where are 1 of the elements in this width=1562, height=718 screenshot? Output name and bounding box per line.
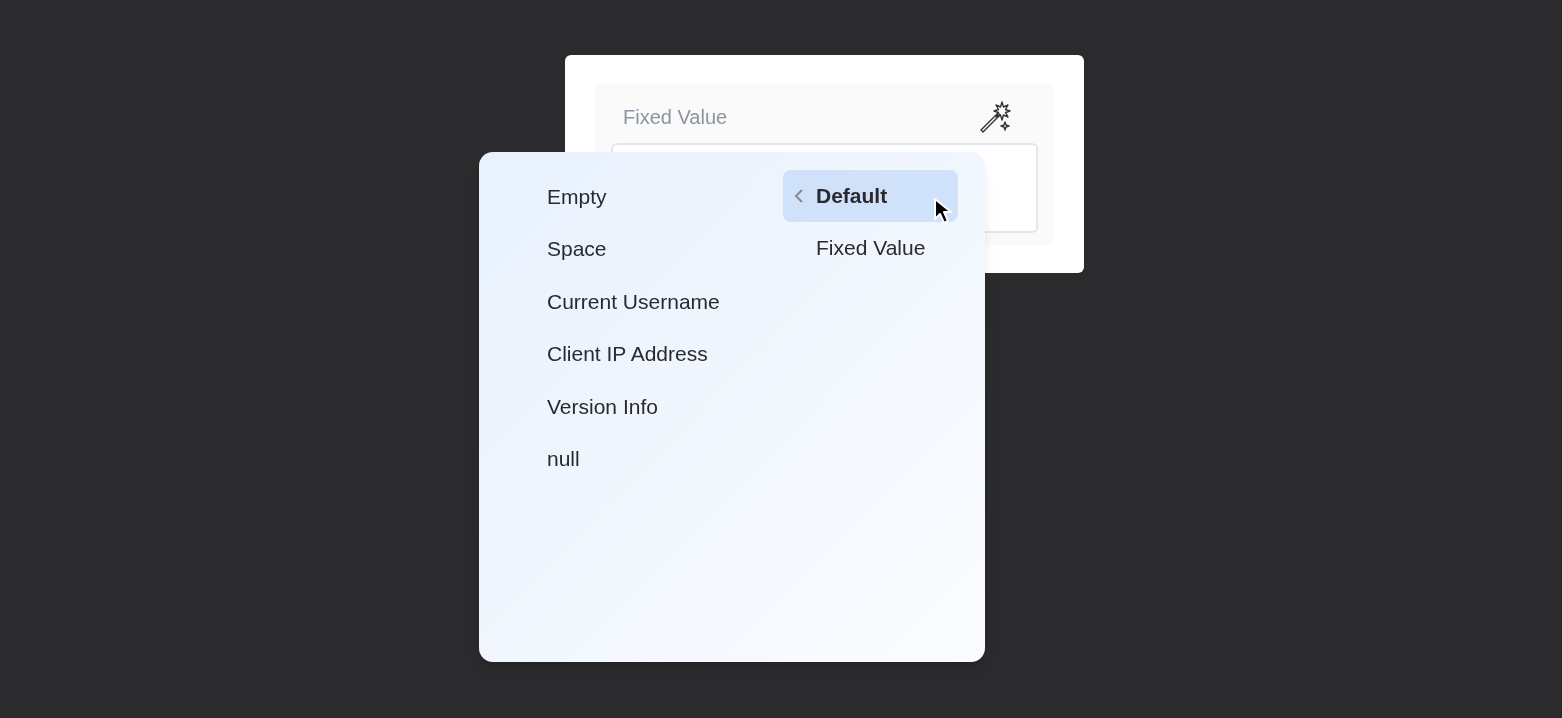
field-label: Fixed Value: [623, 105, 728, 130]
